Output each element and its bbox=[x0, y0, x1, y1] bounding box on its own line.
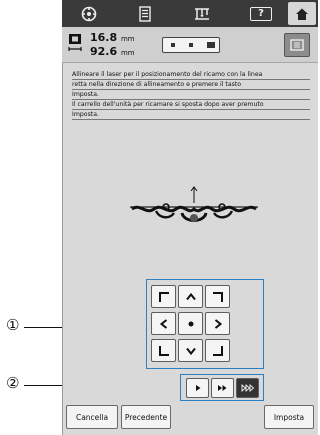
triple-forward-icon bbox=[241, 384, 254, 392]
size-bar: 16.8 mm 92.6 mm bbox=[62, 27, 318, 63]
guide-button[interactable] bbox=[130, 2, 160, 25]
instruction-line: retta nella direzione di allineamento e … bbox=[72, 80, 310, 90]
document-icon bbox=[139, 5, 151, 22]
embroidery-size-icon bbox=[68, 34, 82, 51]
size-height-value: 92.6 bbox=[90, 45, 118, 58]
help-button[interactable]: ? bbox=[246, 2, 276, 25]
slow-move-button[interactable] bbox=[186, 378, 209, 398]
move-left-button[interactable] bbox=[151, 312, 176, 335]
set-button[interactable]: Imposta bbox=[264, 405, 314, 429]
move-right-button[interactable] bbox=[205, 312, 230, 335]
size-height: 92.6 mm bbox=[90, 45, 135, 58]
move-up-left-button[interactable] bbox=[151, 285, 176, 308]
machine-button[interactable] bbox=[186, 2, 218, 25]
previous-button[interactable]: Precedente bbox=[121, 405, 171, 429]
corner-down-right-icon bbox=[212, 345, 223, 356]
frame-marker-3 bbox=[207, 42, 215, 48]
instruction-text: Allineare il laser per il posizionamento… bbox=[72, 70, 310, 120]
medium-move-button[interactable] bbox=[211, 378, 234, 398]
move-down-button[interactable] bbox=[178, 339, 203, 362]
corner-down-left-icon bbox=[158, 345, 169, 356]
home-button[interactable] bbox=[288, 2, 316, 25]
embroidery-preview bbox=[130, 186, 258, 222]
chevron-up-icon bbox=[185, 292, 196, 300]
callout-2: ② bbox=[6, 374, 20, 392]
instruction-line: Allineare il laser per il posizionamento… bbox=[72, 70, 310, 80]
corner-up-left-icon bbox=[158, 291, 169, 302]
play-icon bbox=[195, 385, 200, 391]
frame-marker-1 bbox=[171, 43, 175, 47]
fast-move-button[interactable] bbox=[236, 378, 259, 398]
callout-1: ① bbox=[6, 316, 20, 334]
size-height-unit: mm bbox=[120, 49, 135, 57]
move-down-left-button[interactable] bbox=[151, 339, 176, 362]
frame-marker-2 bbox=[189, 43, 193, 47]
instruction-line: Il carrello dell'unità per ricamare si s… bbox=[72, 100, 310, 110]
frame-indicator bbox=[162, 37, 220, 53]
top-toolbar: ? bbox=[62, 0, 318, 27]
frame-button[interactable] bbox=[284, 33, 310, 57]
gear-icon bbox=[81, 6, 97, 21]
size-width: 16.8 mm bbox=[90, 31, 135, 44]
home-icon bbox=[296, 8, 308, 20]
frame-icon bbox=[290, 39, 304, 51]
instruction-line: Imposta. bbox=[72, 90, 310, 100]
chevron-down-icon bbox=[185, 347, 196, 355]
needle-position-marker bbox=[190, 214, 198, 222]
move-up-button[interactable] bbox=[178, 285, 203, 308]
fast-forward-icon bbox=[218, 385, 227, 391]
center-button[interactable] bbox=[178, 312, 203, 335]
center-dot-icon bbox=[188, 321, 193, 326]
cancel-button[interactable]: Cancella bbox=[66, 405, 118, 429]
settings-button[interactable] bbox=[74, 2, 104, 25]
chevron-right-icon bbox=[214, 318, 222, 329]
help-label: ? bbox=[250, 6, 272, 21]
move-down-right-button[interactable] bbox=[205, 339, 230, 362]
move-up-right-button[interactable] bbox=[205, 285, 230, 308]
size-width-unit: mm bbox=[120, 35, 135, 43]
size-width-value: 16.8 bbox=[90, 31, 118, 44]
chevron-left-icon bbox=[159, 318, 167, 329]
sewing-machine-icon bbox=[195, 7, 209, 20]
instruction-line: Imposta. bbox=[72, 110, 310, 120]
corner-up-right-icon bbox=[212, 291, 223, 302]
